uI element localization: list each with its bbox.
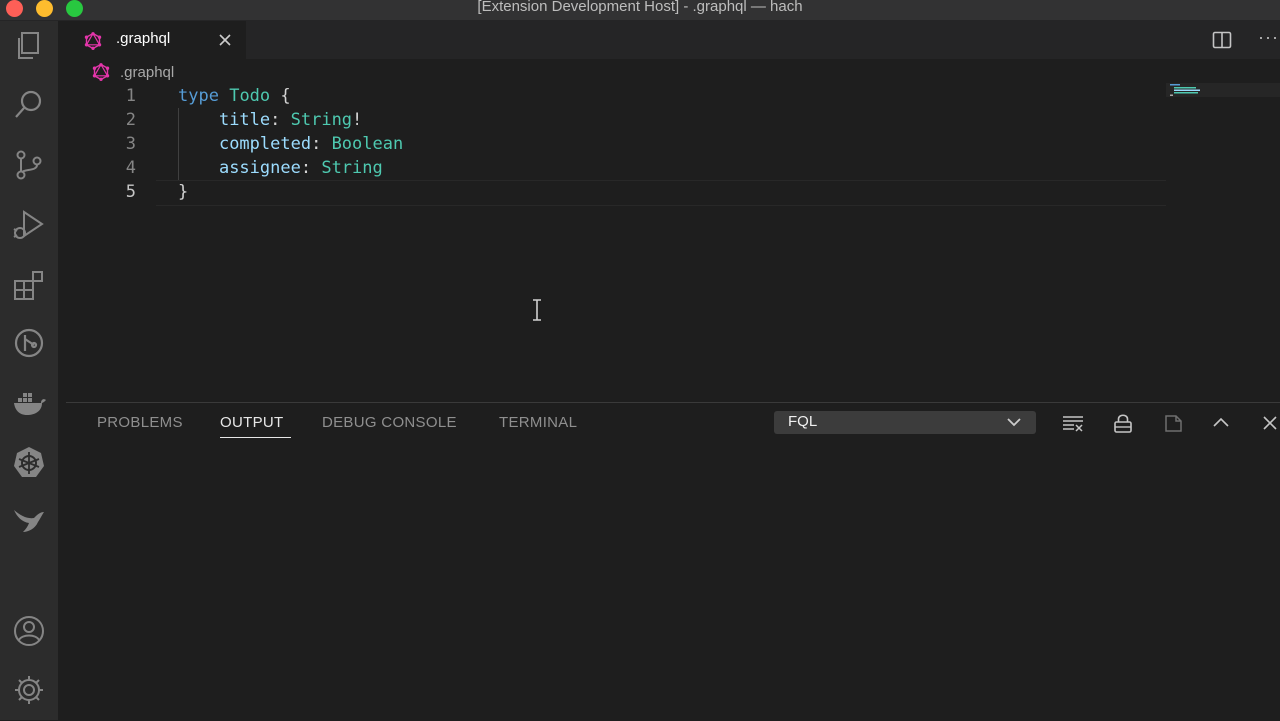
line-number: 1 [125, 86, 136, 106]
code-token: : [311, 134, 332, 154]
tab-label: .graphql [116, 30, 171, 47]
code-line[interactable]: 1 type Todo { [66, 84, 1166, 108]
close-panel-icon[interactable] [1259, 412, 1280, 434]
clear-output-icon[interactable] [1062, 412, 1084, 434]
code-token: String [290, 110, 353, 130]
more-actions-icon[interactable]: ··· [1258, 27, 1279, 48]
line-text[interactable]: } [178, 180, 188, 204]
code-line[interactable]: 2 title: String! [66, 108, 1166, 132]
code-token: ! [352, 110, 363, 130]
line-text[interactable]: title: String! [178, 108, 362, 132]
graphql-icon [84, 32, 102, 50]
settings-gear-icon[interactable] [9, 670, 49, 710]
line-text[interactable]: type Todo { [178, 84, 291, 108]
title-bar: [Extension Development Host] - .graphql … [0, 0, 1280, 21]
code-line[interactable]: 5} [66, 180, 1166, 204]
bottom-panel: PROBLEMS OUTPUT DEBUG CONSOLE TERMINAL F… [66, 402, 1280, 721]
minimap[interactable] [1166, 83, 1206, 97]
code-token: : [270, 110, 291, 130]
account-icon[interactable] [9, 611, 49, 651]
line-number: 5 [125, 182, 136, 202]
code-token: String [321, 158, 383, 178]
gitlens-icon[interactable] [9, 323, 49, 363]
active-tab-indicator [220, 437, 291, 438]
editor-tabs-bar: .graphql ··· [66, 21, 1280, 59]
chevron-up-icon[interactable] [1210, 412, 1232, 434]
tab-problems[interactable]: PROBLEMS [97, 414, 183, 431]
line-number: 2 [125, 110, 136, 130]
output-channel-select[interactable]: FQL [774, 411, 1036, 434]
close-icon[interactable] [216, 31, 234, 49]
line-number: 4 [125, 158, 136, 178]
search-icon[interactable] [9, 85, 49, 125]
code-line[interactable]: 4 assignee: String [66, 156, 1166, 180]
tab-graphql[interactable]: .graphql [66, 21, 246, 59]
output-channel-value: FQL [788, 413, 818, 430]
tab-terminal[interactable]: TERMINAL [499, 414, 577, 431]
run-debug-icon[interactable] [9, 205, 49, 245]
chevron-down-icon [1007, 418, 1021, 427]
docker-icon[interactable] [9, 383, 49, 423]
tab-debug-console[interactable]: DEBUG CONSOLE [322, 414, 457, 431]
code-token: assignee [218, 158, 301, 178]
code-token: Boolean [331, 134, 404, 154]
tab-output[interactable]: OUTPUT [220, 414, 283, 431]
kubernetes-icon[interactable] [9, 442, 49, 482]
code-token: title [218, 110, 271, 130]
line-number: 3 [125, 134, 136, 154]
split-editor-icon[interactable] [1212, 31, 1232, 49]
code-token: completed [218, 134, 312, 154]
code-lines[interactable]: 1 type Todo {2 title: String! 3 completed:… [66, 84, 1166, 204]
lock-scroll-icon[interactable] [1112, 412, 1134, 434]
line-text[interactable]: assignee: String [178, 156, 383, 180]
breadcrumb[interactable]: .graphql [92, 63, 174, 81]
editor-area[interactable]: .graphql 1 type Todo {2 title: String! 3 c… [66, 59, 1280, 400]
graphql-icon [92, 63, 110, 81]
code-token: { [270, 86, 291, 106]
bird-icon[interactable] [9, 500, 49, 540]
code-token: type [178, 86, 219, 106]
text-cursor-icon [533, 299, 541, 321]
line-text[interactable]: completed: Boolean [178, 132, 403, 156]
activity-bar [0, 21, 58, 720]
window-title: [Extension Development Host] - .graphql … [477, 0, 803, 15]
extensions-icon[interactable] [9, 265, 49, 305]
code-token: Todo [229, 86, 271, 106]
code-token: } [178, 182, 189, 202]
explorer-icon[interactable] [9, 26, 49, 66]
breadcrumb-label: .graphql [120, 63, 175, 81]
source-control-icon[interactable] [9, 145, 49, 185]
code-token: : [300, 158, 322, 178]
code-line[interactable]: 3 completed: Boolean [66, 132, 1166, 156]
open-log-file-icon[interactable] [1162, 412, 1184, 434]
